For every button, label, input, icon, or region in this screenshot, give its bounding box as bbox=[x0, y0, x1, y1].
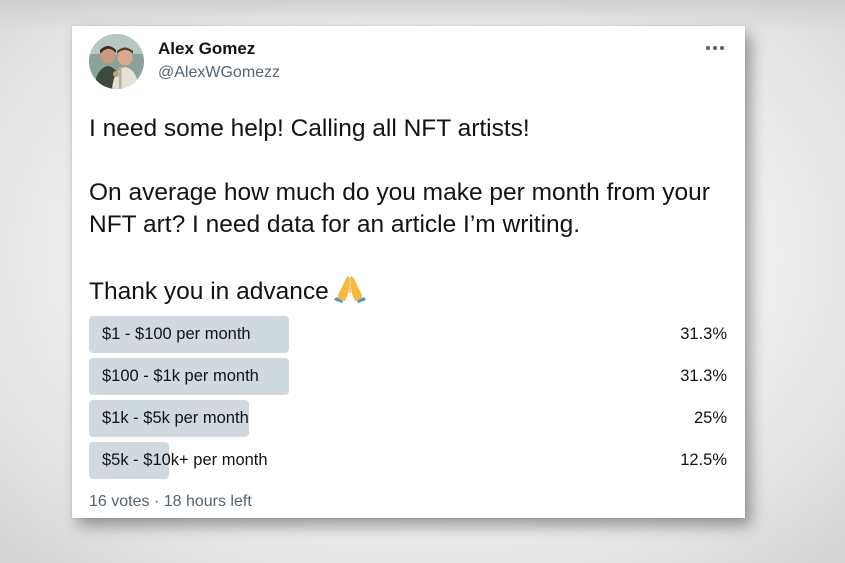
tweet-line-1: I need some help! Calling all NFT artist… bbox=[89, 115, 530, 142]
poll-option-label: $100 - $1k per month bbox=[102, 367, 259, 385]
tweet-card: Alex Gomez @AlexWGomezz I need some help… bbox=[72, 26, 745, 518]
author-name[interactable]: Alex Gomez bbox=[158, 39, 255, 59]
poll-option-label: $5k - $10k+ per month bbox=[102, 451, 268, 469]
author-handle[interactable]: @AlexWGomezz bbox=[158, 64, 280, 82]
poll: $1 - $100 per month 31.3% $100 - $1k per… bbox=[89, 316, 727, 484]
poll-option-percent: 12.5% bbox=[680, 451, 727, 469]
poll-footer: 16 votes · 18 hours left bbox=[89, 493, 252, 511]
poll-option[interactable]: $100 - $1k per month 31.3% bbox=[89, 358, 727, 395]
poll-option-percent: 31.3% bbox=[680, 367, 727, 385]
folded-hands-icon bbox=[333, 273, 367, 312]
tweet-line-3-text: Thank you in advance bbox=[89, 278, 329, 305]
poll-option-percent: 25% bbox=[693, 409, 727, 427]
poll-option-label: $1k - $5k per month bbox=[102, 409, 249, 427]
avatar[interactable] bbox=[89, 34, 144, 89]
poll-option-label: $1 - $100 per month bbox=[102, 325, 251, 343]
poll-option[interactable]: $5k - $10k+ per month 12.5% bbox=[89, 442, 727, 479]
poll-option[interactable]: $1 - $100 per month 31.3% bbox=[89, 316, 727, 353]
tweet-line-2: On average how much do you make per mont… bbox=[89, 179, 710, 238]
poll-option[interactable]: $1k - $5k per month 25% bbox=[89, 400, 727, 437]
tweet-text: I need some help! Calling all NFT artist… bbox=[89, 113, 729, 312]
tweet-line-3: Thank you in advance bbox=[89, 273, 729, 312]
poll-separator: · bbox=[153, 493, 160, 510]
poll-option-percent: 31.3% bbox=[680, 325, 727, 343]
poll-time-left: 18 hours left bbox=[163, 493, 252, 510]
more-horizontal-icon[interactable] bbox=[705, 40, 725, 50]
poll-vote-count: 16 votes bbox=[89, 493, 150, 510]
